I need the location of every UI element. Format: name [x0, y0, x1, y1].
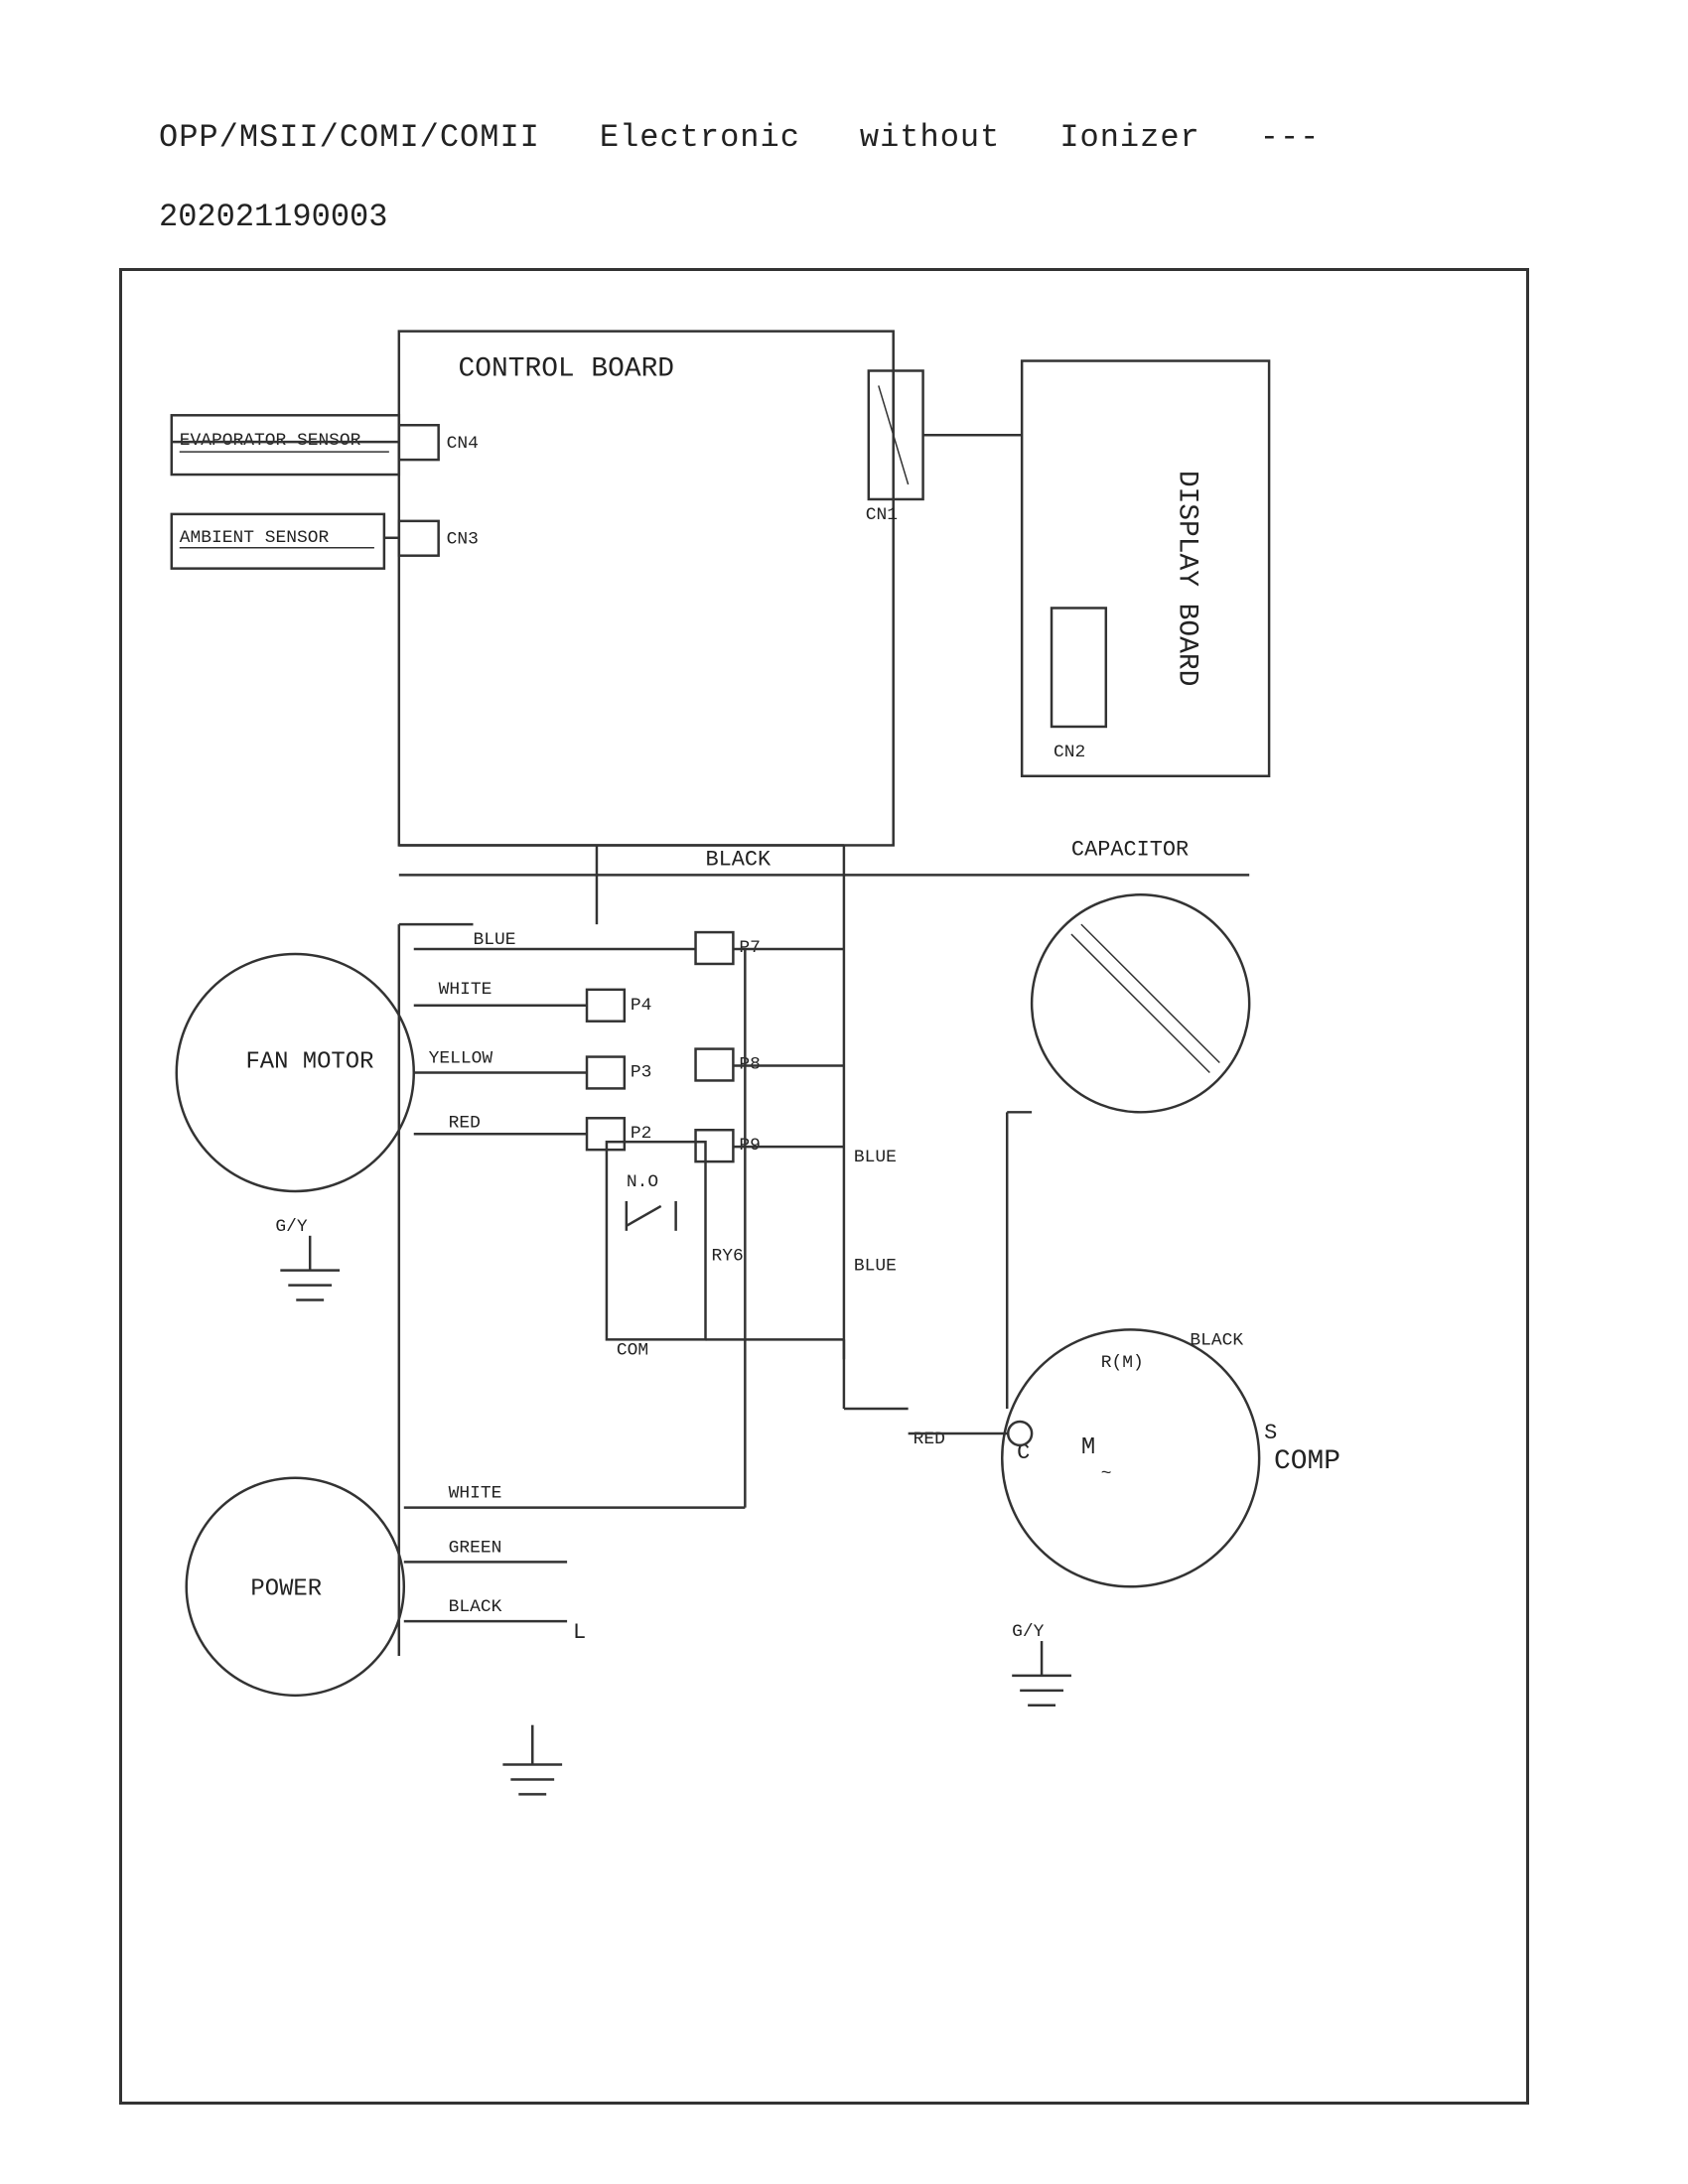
red-wire-label-fan: RED [449, 1113, 481, 1133]
type-label: Electronic [600, 119, 800, 156]
product-code: OPP/MSII/COMI/COMII [159, 119, 540, 156]
motor-m-label: M [1081, 1434, 1095, 1461]
wiring-diagram-svg: text { font-family: 'Courier New', Couri… [122, 271, 1526, 2102]
black-wire-power-label: BLACK [449, 1597, 502, 1617]
feature-label: Ionizer [1059, 119, 1199, 156]
green-wire-label: GREEN [449, 1538, 502, 1558]
cn4-connector [399, 425, 439, 460]
p9-connector [696, 1130, 734, 1161]
gy-comp-label: G/Y [1012, 1622, 1044, 1642]
power-label: POWER [250, 1575, 322, 1602]
wiring-diagram: text { font-family: 'Courier New', Couri… [119, 268, 1529, 2105]
blue-wire-right-label: BLUE [854, 1148, 897, 1167]
comp-label: COMP [1274, 1446, 1340, 1477]
p8-connector [696, 1049, 734, 1081]
ambient-sensor-label: AMBIENT SENSOR [180, 528, 330, 548]
black-wire-comp-label: BLACK [1190, 1330, 1243, 1350]
l-terminal: L [573, 1620, 586, 1645]
ry6-label: RY6 [711, 1247, 743, 1267]
fan-motor-label: FAN MOTOR [245, 1049, 373, 1076]
cn3-connector [399, 521, 439, 556]
s-terminal: S [1264, 1421, 1277, 1445]
capacitor-label: CAPACITOR [1071, 837, 1189, 862]
p7-connector [696, 932, 734, 964]
cn3-label: CN3 [447, 530, 479, 550]
cn4-label: CN4 [447, 434, 479, 454]
p3-label: P3 [631, 1062, 652, 1082]
motor-ac-symbol: ~ [1101, 1464, 1112, 1484]
cn1-connector-box [869, 370, 923, 498]
rm-terminal: R(M) [1101, 1353, 1144, 1373]
p3-connector [587, 1057, 625, 1089]
control-board-title: CONTROL BOARD [459, 353, 674, 384]
p4-connector [587, 990, 625, 1022]
cn2-label: CN2 [1054, 743, 1085, 762]
white-wire-label: WHITE [439, 980, 492, 1000]
blue-wire-right2-label: BLUE [854, 1257, 897, 1277]
cn1-label: CN1 [866, 505, 898, 525]
no-label: N.O [627, 1172, 658, 1192]
display-board-box [1022, 361, 1269, 776]
com-label: COM [617, 1340, 648, 1360]
page: OPP/MSII/COMI/COMII Electronic without I… [0, 0, 1688, 2184]
gy-fan-label: G/Y [275, 1217, 307, 1237]
modifier-label: without [860, 119, 1000, 156]
separator-label: --- [1260, 119, 1321, 156]
header: OPP/MSII/COMI/COMII Electronic without I… [159, 119, 1320, 156]
document-number: 202021190003 [159, 199, 387, 235]
blue-wire-label: BLUE [474, 930, 516, 950]
white-wire-power-label: WHITE [449, 1484, 502, 1504]
cn2-connector-box [1052, 608, 1106, 726]
p4-label: P4 [631, 996, 652, 1016]
control-board-box [399, 332, 894, 846]
yellow-wire-label: YELLOW [429, 1049, 493, 1069]
display-board-title: DISPLAY BOARD [1171, 471, 1201, 686]
black-wire-top-label: BLACK [706, 847, 773, 872]
